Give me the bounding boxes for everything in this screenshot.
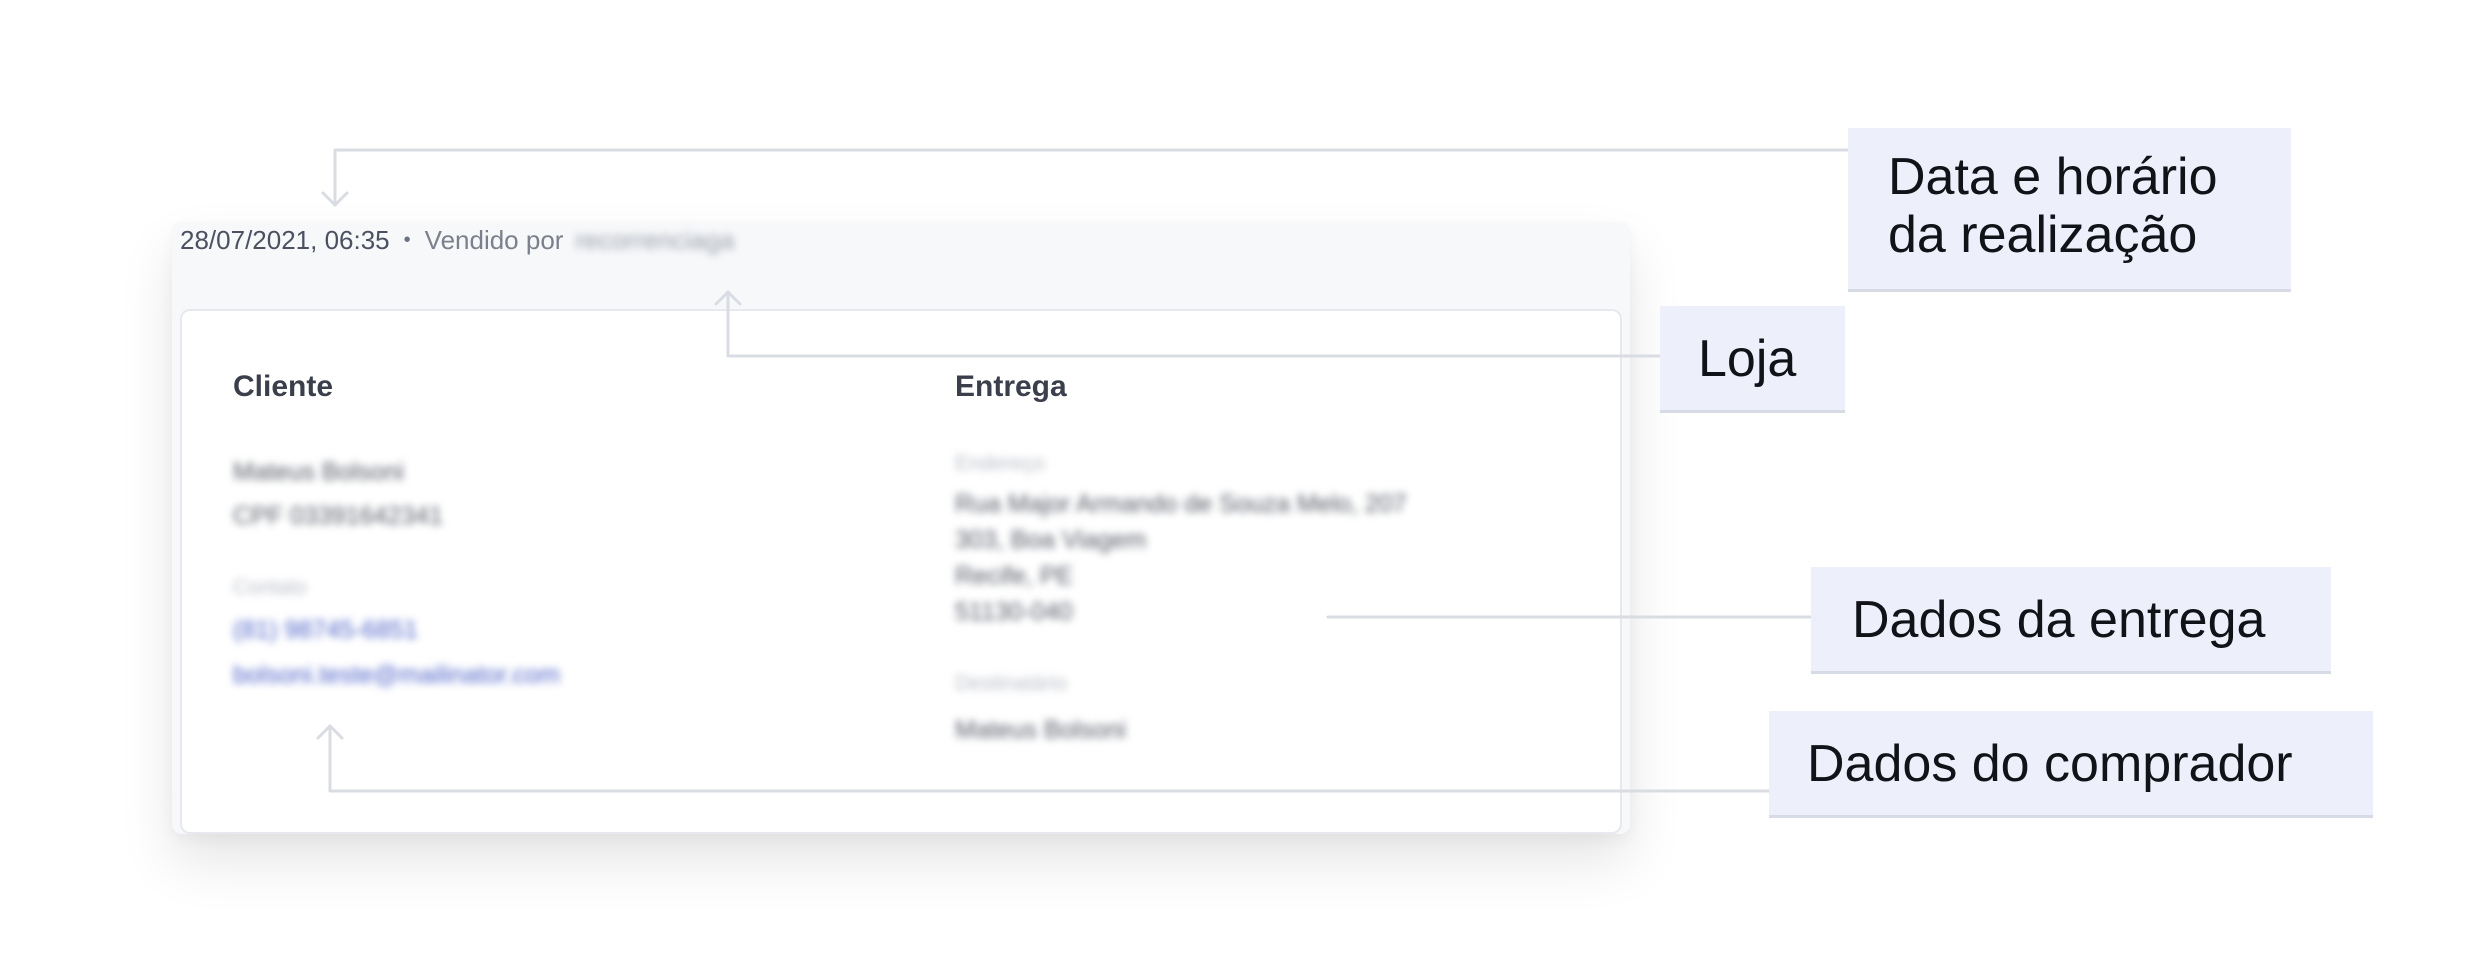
datetime-annotation-label: Data e horário da realização: [1848, 128, 2291, 292]
datetime-connector: [333, 148, 1852, 207]
store-annotation-label: Loja: [1660, 306, 1845, 413]
datetime-annotation-line1: Data e horário: [1888, 148, 2218, 206]
store-connector: [726, 290, 1664, 358]
delivery-annotation-text: Dados da entrega: [1852, 591, 2266, 649]
buyer-annotation-label: Dados do comprador: [1769, 711, 2373, 818]
datetime-annotation-line2: da realização: [1888, 206, 2198, 264]
buyer-annotation-text: Dados do comprador: [1807, 735, 2293, 793]
store-annotation-text: Loja: [1698, 330, 1797, 388]
delivery-annotation-label: Dados da entrega: [1811, 567, 2331, 674]
buyer-connector: [328, 724, 1773, 793]
